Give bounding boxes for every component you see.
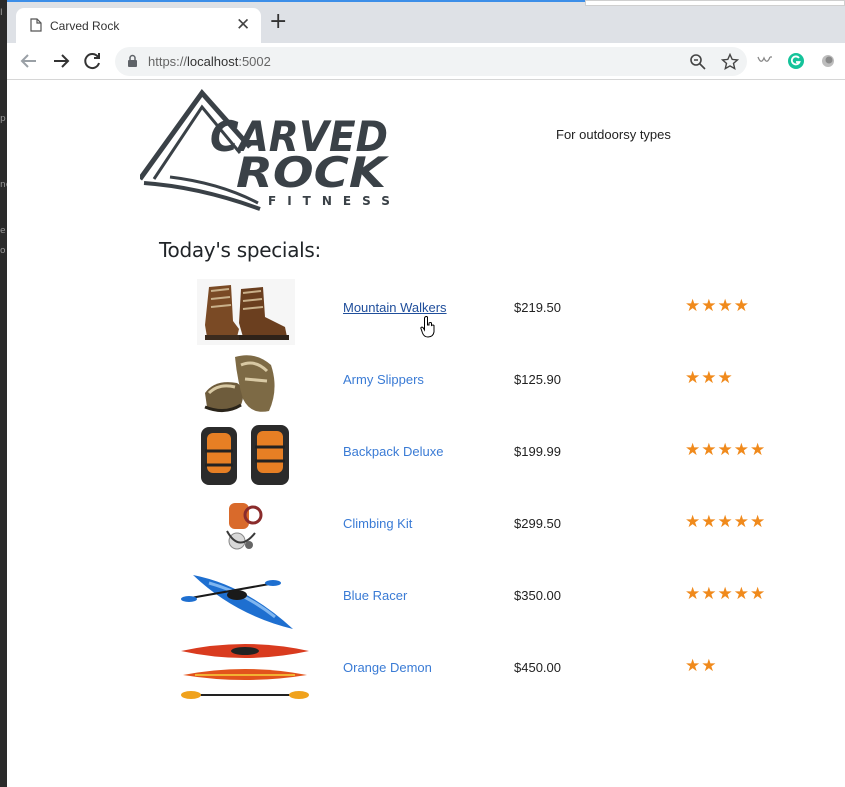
product-row: Blue Racer $350.00 ★★★★★ xyxy=(7,565,845,637)
hiking-boots-image xyxy=(197,279,295,345)
blue-kayak-image xyxy=(181,575,293,629)
extension-circle-icon[interactable] xyxy=(819,52,837,70)
address-bar[interactable]: https://localhost:5002 xyxy=(115,47,747,76)
page-content: CARVED ROCK FITNESS For outdoorsy types … xyxy=(7,81,845,787)
sandals-image xyxy=(204,355,275,412)
url-text[interactable]: https://localhost:5002 xyxy=(148,54,271,69)
product-rating: ★★★★★ xyxy=(685,440,767,460)
product-row: Backpack Deluxe $199.99 ★★★★★ xyxy=(7,421,845,493)
browser-toolbar: https://localhost:5002 xyxy=(7,43,845,80)
close-tab-icon[interactable]: ✕ xyxy=(236,15,250,35)
back-arrow-icon[interactable] xyxy=(17,49,41,73)
product-row: Orange Demon $450.00 ★★ xyxy=(7,637,845,709)
product-price: $125.90 xyxy=(514,372,561,387)
tab-title: Carved Rock xyxy=(50,19,120,33)
bookmark-star-icon[interactable] xyxy=(721,53,739,71)
product-price: $350.00 xyxy=(514,588,561,603)
grammarly-icon[interactable] xyxy=(787,52,805,70)
tagline: For outdoorsy types xyxy=(556,127,671,142)
product-price: $450.00 xyxy=(514,660,561,675)
product-rating: ★★ xyxy=(685,656,718,676)
desktop-edge: Ip ne e o xyxy=(0,0,11,787)
product-price: $219.50 xyxy=(514,300,561,315)
product-row: Mountain Walkers $219.50 ★★★★ xyxy=(7,277,845,349)
specials-heading: Today's specials: xyxy=(159,238,321,262)
product-rating: ★★★★★ xyxy=(685,584,767,604)
browser-tab[interactable]: Carved Rock ✕ xyxy=(16,8,261,45)
hand-cursor-icon xyxy=(420,316,435,338)
product-link[interactable]: Orange Demon xyxy=(343,660,432,675)
new-tab-button[interactable]: + xyxy=(269,10,287,34)
product-price: $299.50 xyxy=(514,516,561,531)
lock-icon[interactable] xyxy=(127,54,138,68)
product-price: $199.99 xyxy=(514,444,561,459)
climbing-gear-image xyxy=(226,503,263,550)
logo-brand-sub: FITNESS xyxy=(268,194,400,208)
zoom-icon[interactable] xyxy=(689,53,707,71)
tab-strip: Carved Rock ✕ + xyxy=(7,0,845,45)
orange-kayak-image xyxy=(181,644,309,699)
product-row: Army Slippers $125.90 ★★★ xyxy=(7,349,845,421)
reload-icon[interactable] xyxy=(80,49,104,73)
backpacks-image xyxy=(201,425,289,485)
product-link[interactable]: Backpack Deluxe xyxy=(343,444,443,459)
product-rating: ★★★ xyxy=(685,368,734,388)
logo-brand-mid: ROCK xyxy=(236,148,390,197)
forward-arrow-icon[interactable] xyxy=(49,49,73,73)
extension-icon[interactable] xyxy=(756,52,774,70)
background-window xyxy=(585,0,845,6)
product-rating: ★★★★★ xyxy=(685,512,767,532)
product-link[interactable]: Climbing Kit xyxy=(343,516,412,531)
product-link[interactable]: Blue Racer xyxy=(343,588,407,603)
product-link[interactable]: Army Slippers xyxy=(343,372,424,387)
page-icon xyxy=(30,18,42,32)
product-link[interactable]: Mountain Walkers xyxy=(343,300,447,315)
carved-rock-logo: CARVED ROCK FITNESS xyxy=(140,89,400,211)
product-rating: ★★★★ xyxy=(685,296,750,316)
product-row: Climbing Kit $299.50 ★★★★★ xyxy=(7,493,845,565)
